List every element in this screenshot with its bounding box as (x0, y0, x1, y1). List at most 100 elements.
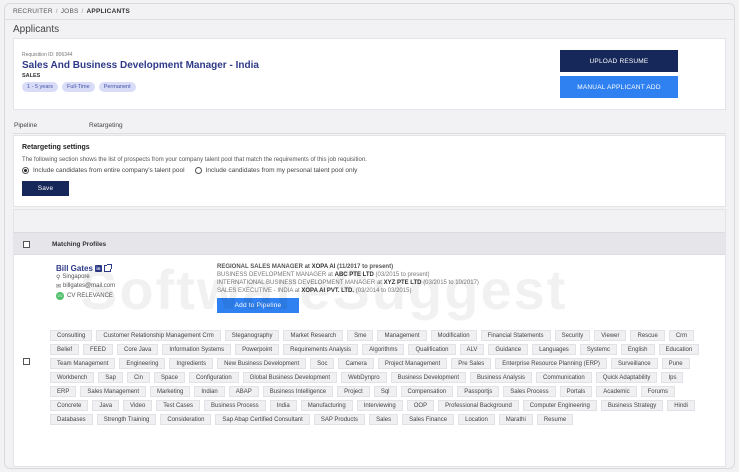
skill-tag: Business Intelligence (262, 386, 334, 397)
skill-tag: Algorithms (362, 344, 405, 355)
matching-profiles-label: Matching Profiles (52, 241, 107, 248)
upload-resume-button[interactable]: UPLOAD RESUME (560, 50, 678, 72)
tab-retargeting[interactable]: Retargeting (89, 122, 123, 129)
job-tags: 1 - 5 years Full-Time Permanent (22, 82, 136, 92)
linkedin-icon[interactable]: in (94, 265, 102, 272)
skill-tag: Systemc (579, 344, 617, 355)
retargeting-card: Retargeting settings The following secti… (13, 135, 726, 207)
skill-tag: Consulting (50, 330, 93, 341)
breadcrumb-jobs[interactable]: JOBS (61, 8, 79, 15)
radio-company-pool[interactable] (22, 167, 29, 174)
skill-tag: Cin (126, 372, 150, 383)
add-to-pipeline-button[interactable]: Add to Pipeline (217, 298, 299, 313)
skill-tag: Sales Process (503, 386, 556, 397)
matching-profiles-header: Matching Profiles (14, 232, 725, 255)
skill-tag: Space (153, 372, 185, 383)
skill-tag: Sql (373, 386, 397, 397)
page-title: Applicants (13, 24, 60, 35)
skill-tag: Customer Relationship Management Crm (96, 330, 221, 341)
experience-company: XOPA AI PVT. LTD. (301, 288, 355, 294)
divider (5, 19, 734, 20)
skill-tag: Hindi (667, 400, 695, 411)
job-title[interactable]: Sales And Business Development Manager -… (22, 60, 259, 71)
skill-tag: Rescue (630, 330, 665, 341)
candidate-email-text[interactable]: billgates@mail.com (63, 283, 115, 290)
skill-tag: Education (658, 344, 700, 355)
skill-tag: Viewer (594, 330, 627, 341)
email-icon: ✉ (56, 284, 62, 290)
skill-tag: Location (458, 414, 495, 425)
skill-tag: FEED (83, 344, 114, 355)
radio-company-pool-label[interactable]: Include candidates from entire company's… (33, 167, 185, 174)
skill-tag: Sme (347, 330, 374, 341)
experience-at: at (294, 288, 300, 294)
skill-tag: Engineering (119, 358, 166, 369)
skill-tag: Requirements Analysis (283, 344, 359, 355)
skill-tag: New Business Development (217, 358, 307, 369)
tab-pipeline[interactable]: Pipeline (14, 122, 37, 129)
skill-tag: English (620, 344, 655, 355)
skill-tag: OOP (406, 400, 435, 411)
external-link-icon[interactable] (103, 264, 112, 272)
save-button[interactable]: Save (22, 181, 69, 196)
skill-tag: ERP (50, 386, 77, 397)
skill-tag: Guidance (488, 344, 529, 355)
select-all-checkbox[interactable] (23, 241, 30, 248)
skill-tag: Java (92, 400, 120, 411)
skill-tag: Strength Training (96, 414, 157, 425)
skill-tag: Languages (532, 344, 576, 355)
skill-tag: ALV (459, 344, 485, 355)
tabs-divider (13, 133, 726, 134)
experience-period: (11/2017 to present) (337, 264, 394, 270)
skill-tag: Sap (98, 372, 123, 383)
cv-relevance-label: CV RELEVANCE (67, 293, 113, 299)
skill-tag: Project Management (377, 358, 448, 369)
skill-tag: Security (554, 330, 591, 341)
skill-tag: Workbench (50, 372, 95, 383)
skills-list: Consulting Customer Relationship Manageme… (50, 330, 710, 425)
skill-tag: Ips (661, 372, 684, 383)
radio-personal-pool[interactable] (194, 167, 202, 174)
skill-tag: Project (337, 386, 370, 397)
skill-tag: Qualification (408, 344, 456, 355)
skill-tag: Interviewing (356, 400, 403, 411)
skill-tag: ABAP (228, 386, 259, 397)
skill-tag: Concrete (50, 400, 89, 411)
skill-tag: Steganography (224, 330, 280, 341)
skill-tag: Information Systems (162, 344, 232, 355)
experience-company: XYZ PTE LTD (383, 280, 422, 286)
skill-tag: Crm (668, 330, 695, 341)
breadcrumb: RECRUITER / JOBS / APPLICANTS (13, 8, 130, 15)
experience-at: at (376, 280, 382, 286)
candidate-name-link[interactable]: Bill Gates (56, 264, 93, 273)
location-pin-icon: ⚲ (56, 275, 61, 281)
experience-at: at (304, 264, 310, 270)
retargeting-description: The following section shows the list of … (22, 157, 367, 163)
skill-tag: Video (123, 400, 153, 411)
experience-period: (03/2015 to present) (375, 272, 430, 278)
skill-tag: Business Process (203, 400, 266, 411)
skill-tag: Sales (369, 414, 399, 425)
skill-tag: Global Business Development (242, 372, 338, 383)
skill-tag: Soc (310, 358, 335, 369)
skill-tag: Manufacturing (300, 400, 353, 411)
skill-tag: Academic (596, 386, 637, 397)
manual-applicant-add-button[interactable]: MANUAL APPLICANT ADD (560, 76, 678, 98)
skill-tag: Computer Engineering (522, 400, 597, 411)
breadcrumb-recruiter[interactable]: RECRUITER (13, 8, 53, 15)
tag-contract: Permanent (98, 82, 136, 92)
candidate-email: ✉ billgates@mail.com (56, 283, 115, 290)
skill-tag: Compensation (400, 386, 454, 397)
panel-spacer (14, 210, 725, 232)
skill-tag: Passportjs (457, 386, 500, 397)
skill-tag: Marketing (150, 386, 191, 397)
candidate-row-checkbox[interactable] (23, 358, 30, 365)
breadcrumb-current: APPLICANTS (86, 8, 131, 15)
skill-tag: Communication (536, 372, 592, 383)
skill-tag: Databases (50, 414, 93, 425)
skill-tag: Belief (50, 344, 80, 355)
experience-role: BUSINESS DEVELOPMENT MANAGER (217, 272, 327, 278)
cv-relevance-badge-icon: CV (56, 292, 64, 300)
skill-tag: Core Java (117, 344, 159, 355)
radio-personal-pool-label[interactable]: Include candidates from my personal tale… (206, 167, 358, 174)
